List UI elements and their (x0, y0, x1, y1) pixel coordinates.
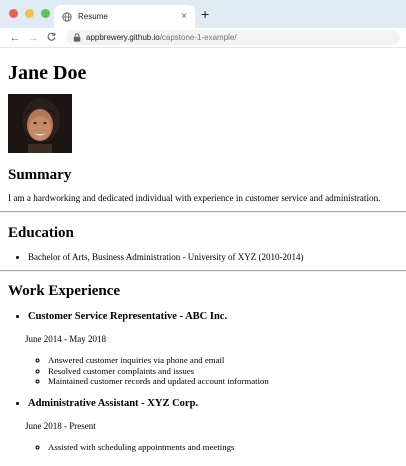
browser-tab-strip: Resume × + (0, 0, 406, 28)
resume-page: Jane Doe Summary I am a hardworking and … (0, 62, 406, 452)
forward-arrow-icon[interactable]: → (24, 32, 42, 44)
job-dates: June 2018 - Present (25, 420, 96, 431)
work-experience-heading: Work Experience (8, 283, 121, 299)
job-duties-list: Answered customer inquiries via phone an… (28, 355, 398, 387)
tab-close-icon[interactable]: × (181, 11, 187, 22)
education-section: Education Bachelor of Arts, Business Adm… (8, 224, 398, 263)
profile-photo (8, 94, 72, 153)
section-divider (0, 270, 406, 272)
browser-tab-resume[interactable]: Resume × (54, 5, 195, 28)
reload-icon[interactable] (42, 32, 60, 44)
globe-icon (62, 11, 72, 22)
education-heading: Education (8, 225, 74, 241)
summary-text: I am a hardworking and dedicated individ… (8, 193, 381, 203)
lock-icon (73, 33, 81, 42)
address-bar[interactable]: appbrewery.github.io/capstone-1-example/ (66, 30, 400, 45)
job-item: Administrative Assistant - XYZ Corp. Jun… (25, 397, 398, 453)
section-divider (0, 211, 406, 213)
new-tab-button[interactable]: + (201, 6, 209, 22)
job-title: Administrative Assistant - XYZ Corp. (28, 397, 199, 409)
tab-title: Resume (78, 12, 108, 21)
duty-item: Maintained customer records and updated … (48, 376, 398, 387)
url-host: appbrewery.github.io (86, 33, 160, 42)
minimize-window-button[interactable] (25, 9, 34, 18)
education-list: Bachelor of Arts, Business Administratio… (8, 252, 398, 263)
summary-section: Summary I am a hardworking and dedicated… (8, 166, 398, 204)
page-title: Jane Doe (8, 62, 87, 84)
job-item: Customer Service Representative - ABC In… (25, 310, 398, 387)
close-window-button[interactable] (9, 9, 18, 18)
duty-item: Resolved customer complaints and issues (48, 366, 398, 377)
window-controls (9, 9, 50, 18)
url-path: /capstone-1-example/ (159, 33, 237, 42)
job-duties-list: Assisted with scheduling appointments an… (28, 442, 398, 453)
maximize-window-button[interactable] (41, 9, 50, 18)
work-experience-section: Work Experience Customer Service Represe… (8, 282, 398, 452)
back-arrow-icon[interactable]: ← (6, 32, 24, 44)
duty-item: Assisted with scheduling appointments an… (48, 442, 398, 453)
summary-heading: Summary (8, 167, 72, 183)
education-item: Bachelor of Arts, Business Administratio… (28, 252, 398, 263)
job-title: Customer Service Representative - ABC In… (28, 311, 228, 322)
browser-toolbar: ← → appbrewery.github.io/capstone-1-exam… (0, 28, 406, 48)
duty-item: Answered customer inquiries via phone an… (48, 355, 398, 366)
job-dates: June 2014 - May 2018 (25, 334, 106, 344)
reload-arrow-icon (47, 32, 55, 41)
jobs-list: Customer Service Representative - ABC In… (8, 310, 398, 452)
